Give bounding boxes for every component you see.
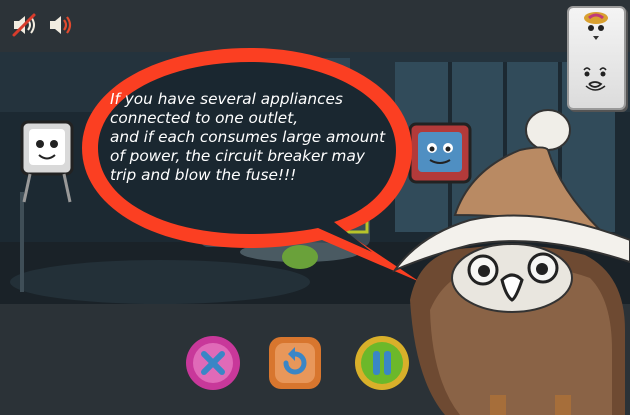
speech-line: and if each consumes large amount xyxy=(110,128,386,146)
pause-icon xyxy=(355,336,409,390)
sound-button[interactable] xyxy=(47,12,73,38)
speech-line: of power, the circuit breaker may xyxy=(110,147,365,165)
replay-button[interactable] xyxy=(266,334,324,392)
speech-line: If you have several appliances xyxy=(110,90,343,108)
close-button[interactable] xyxy=(184,334,242,392)
speaker-on-icon xyxy=(50,16,72,34)
close-x-icon xyxy=(186,336,240,390)
speech-line: connected to one outlet, xyxy=(110,109,299,127)
pause-button[interactable] xyxy=(353,334,411,392)
tv-character-right xyxy=(408,122,472,184)
character-faces-icon xyxy=(583,12,608,91)
character-switch-card[interactable] xyxy=(569,8,624,108)
speech-line: trip and blow the fuse!!! xyxy=(110,166,297,184)
speech-text: If you have several appliances connected… xyxy=(110,90,410,185)
game-screen: If you have several appliances connected… xyxy=(0,0,630,415)
mute-button[interactable] xyxy=(11,12,37,38)
replay-icon xyxy=(269,337,321,389)
top-toolbar xyxy=(0,0,630,52)
speaker-muted-icon xyxy=(12,13,36,37)
